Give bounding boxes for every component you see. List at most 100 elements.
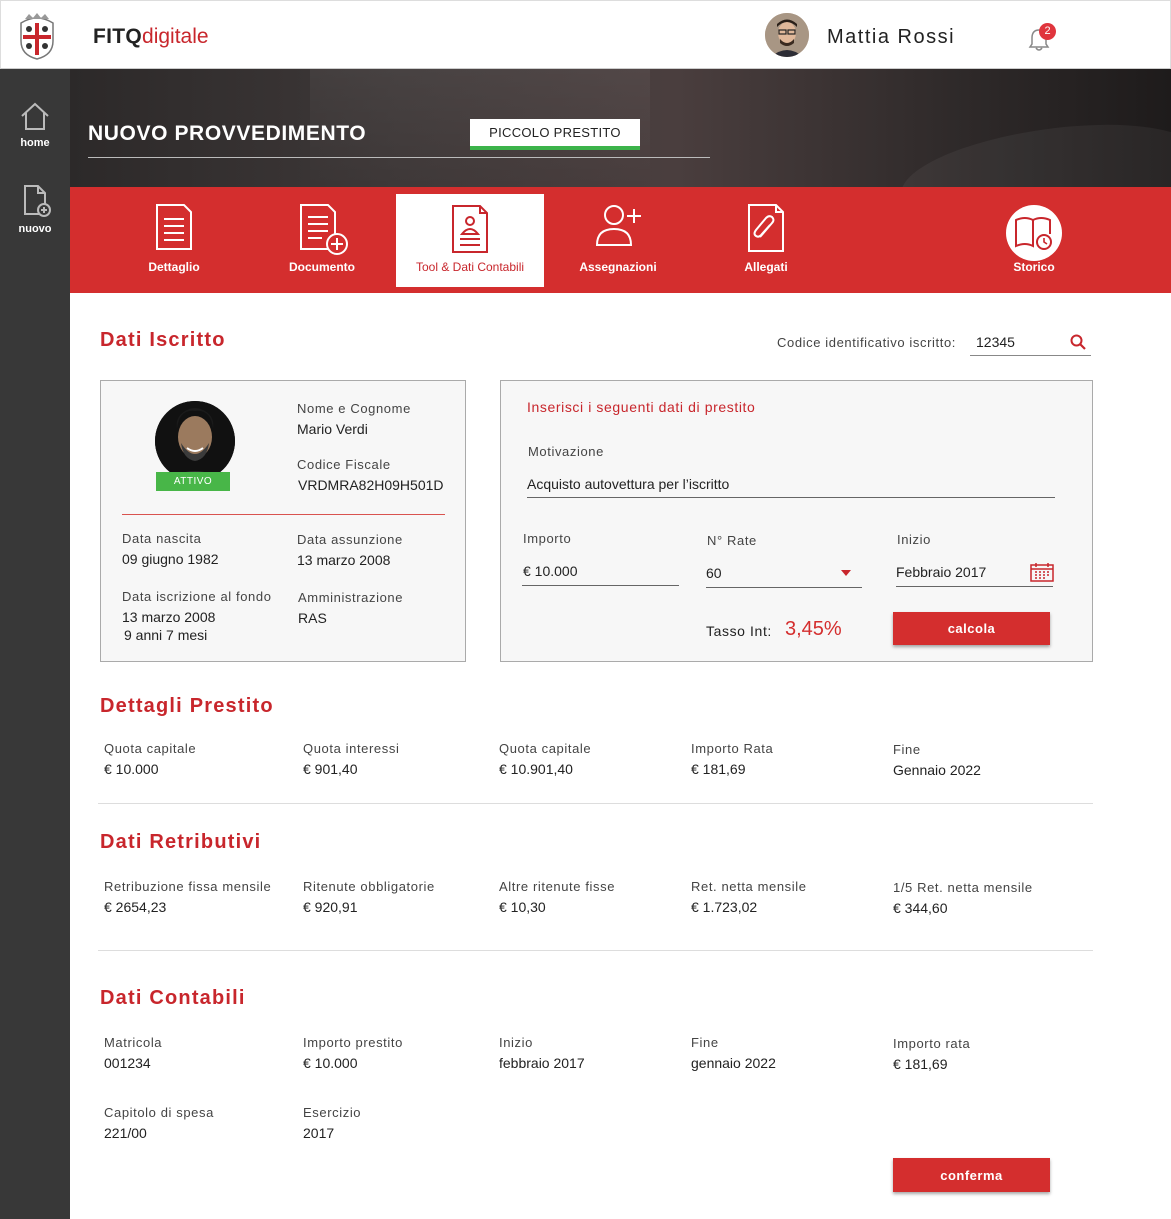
detail-value: € 181,69 — [893, 1056, 948, 1072]
detail-value: 2017 — [303, 1125, 335, 1141]
rate-underline — [706, 587, 862, 588]
section-title-dettagli-prestito: Dettagli Prestito — [100, 695, 274, 717]
tab-bar: Dettaglio Documento Tool & Dati Contabil… — [70, 187, 1171, 290]
detail-label: Esercizio — [303, 1105, 362, 1120]
search-icon[interactable] — [1070, 334, 1086, 350]
notification-badge[interactable]: 2 — [1039, 23, 1056, 40]
sidebar-item-label: nuovo — [18, 223, 52, 235]
section-divider — [98, 803, 1093, 804]
importo-field[interactable] — [523, 561, 673, 581]
tab-bar-underline — [70, 290, 1171, 293]
app-brand[interactable]: FITQdigitale — [93, 25, 209, 49]
detail-value: € 901,40 — [303, 761, 358, 777]
detail-label: Quota interessi — [303, 741, 400, 756]
document-lines-icon — [156, 204, 192, 250]
tab-tool-dati-contabili[interactable]: Tool & Dati Contabili — [396, 194, 544, 287]
cf-value: VRDMRA82H09H501D — [298, 477, 444, 493]
accounting-tool-icon — [452, 205, 488, 253]
detail-value: gennaio 2022 — [691, 1055, 776, 1071]
rate-select[interactable]: 60 — [706, 565, 722, 581]
tasso-label: Tasso Int: — [706, 623, 772, 639]
hero-background-book — [895, 108, 1171, 187]
sidebar-item-nuovo[interactable]: nuovo — [0, 183, 70, 235]
detail-label: Fine — [893, 742, 921, 757]
search-label: Codice identificativo iscritto: — [777, 335, 956, 350]
detail-value: € 2654,23 — [104, 899, 167, 915]
loan-form-title: Inserisci i seguenti dati di prestito — [527, 399, 756, 415]
detail-label: Fine — [691, 1035, 719, 1050]
detail-label: Matricola — [104, 1035, 163, 1050]
nome-value: Mario Verdi — [297, 421, 368, 437]
region-crest-logo[interactable] — [15, 11, 59, 61]
calendar-icon[interactable] — [1030, 562, 1054, 582]
inizio-label: Inizio — [897, 532, 931, 547]
user-avatar[interactable] — [765, 13, 809, 57]
title-underline — [88, 157, 710, 158]
detail-value: € 10.000 — [303, 1055, 358, 1071]
sidebar-item-label: home — [20, 137, 50, 149]
detail-label: Inizio — [499, 1035, 533, 1050]
assunzione-value: 13 marzo 2008 — [297, 552, 391, 568]
detail-value: € 1.723,02 — [691, 899, 758, 915]
detail-label: 1/5 Ret. netta mensile — [893, 880, 1033, 895]
page-title: NUOVO PROVVEDIMENTO — [88, 122, 367, 145]
detail-label: Ritenute obbligatorie — [303, 879, 435, 894]
home-icon — [21, 102, 49, 130]
loan-type-tag: PICCOLO PRESTITO — [470, 119, 640, 150]
detail-label: Importo rata — [893, 1036, 971, 1051]
tab-allegati[interactable]: Allegati — [692, 187, 840, 287]
chevron-down-icon[interactable] — [840, 569, 852, 577]
top-header: FITQdigitale Mattia Rossi 2 — [0, 0, 1171, 69]
detail-value: € 920,91 — [303, 899, 358, 915]
tab-label: Storico — [1013, 260, 1055, 274]
detail-value: € 10.901,40 — [499, 761, 573, 777]
detail-label: Retribuzione fissa mensile — [104, 879, 272, 894]
detail-value: € 181,69 — [691, 761, 746, 777]
detail-value: € 10.000 — [104, 761, 159, 777]
importo-underline — [522, 585, 679, 586]
assign-user-icon — [595, 205, 641, 246]
inizio-field[interactable] — [896, 562, 1021, 582]
sidebar: home nuovo — [0, 69, 70, 1219]
section-title-dati-contabili: Dati Contabili — [100, 987, 246, 1009]
attachment-icon — [748, 204, 784, 252]
tab-dettaglio[interactable]: Dettaglio — [100, 187, 248, 287]
motivazione-underline — [527, 497, 1055, 498]
member-photo — [155, 401, 235, 481]
conferma-button[interactable]: conferma — [893, 1158, 1050, 1192]
detail-label: Importo Rata — [691, 741, 774, 756]
assunzione-label: Data assunzione — [297, 532, 403, 547]
member-search — [970, 329, 1091, 356]
tab-documento[interactable]: Documento — [248, 187, 396, 287]
history-book-icon — [1006, 205, 1062, 261]
sidebar-item-home[interactable]: home — [0, 101, 70, 149]
detail-value: 001234 — [104, 1055, 151, 1071]
page-hero: NUOVO PROVVEDIMENTO PICCOLO PRESTITO — [70, 69, 1171, 187]
detail-label: Ret. netta mensile — [691, 879, 807, 894]
detail-value: Gennaio 2022 — [893, 762, 981, 778]
new-document-icon — [24, 185, 51, 217]
iscrizione-label: Data iscrizione al fondo — [122, 589, 272, 604]
motivazione-field[interactable] — [527, 474, 1047, 494]
calcola-button[interactable]: calcola — [893, 612, 1050, 645]
tab-label: Documento — [289, 260, 355, 274]
nascita-value: 09 giugno 1982 — [122, 551, 219, 567]
importo-label: Importo — [523, 531, 572, 546]
tab-storico[interactable]: Storico — [960, 187, 1108, 287]
document-add-icon — [300, 204, 348, 255]
tab-label: Tool & Dati Contabili — [415, 260, 525, 274]
detail-label: Quota capitale — [104, 741, 197, 756]
cf-label: Codice Fiscale — [297, 457, 391, 472]
detail-value: € 344,60 — [893, 900, 948, 916]
card-divider — [122, 514, 445, 515]
rate-label: N° Rate — [707, 533, 757, 548]
user-name[interactable]: Mattia Rossi — [827, 26, 955, 49]
iscrizione-value: 13 marzo 2008 — [122, 609, 216, 625]
iscrizione-durata: 9 anni 7 mesi — [124, 627, 208, 643]
nome-label: Nome e Cognome — [297, 401, 411, 416]
amministrazione-label: Amministrazione — [298, 590, 404, 605]
search-input[interactable] — [970, 329, 1060, 354]
tab-assegnazioni[interactable]: Assegnazioni — [544, 187, 692, 287]
detail-label: Altre ritenute fisse — [499, 879, 616, 894]
detail-value: febbraio 2017 — [499, 1055, 585, 1071]
